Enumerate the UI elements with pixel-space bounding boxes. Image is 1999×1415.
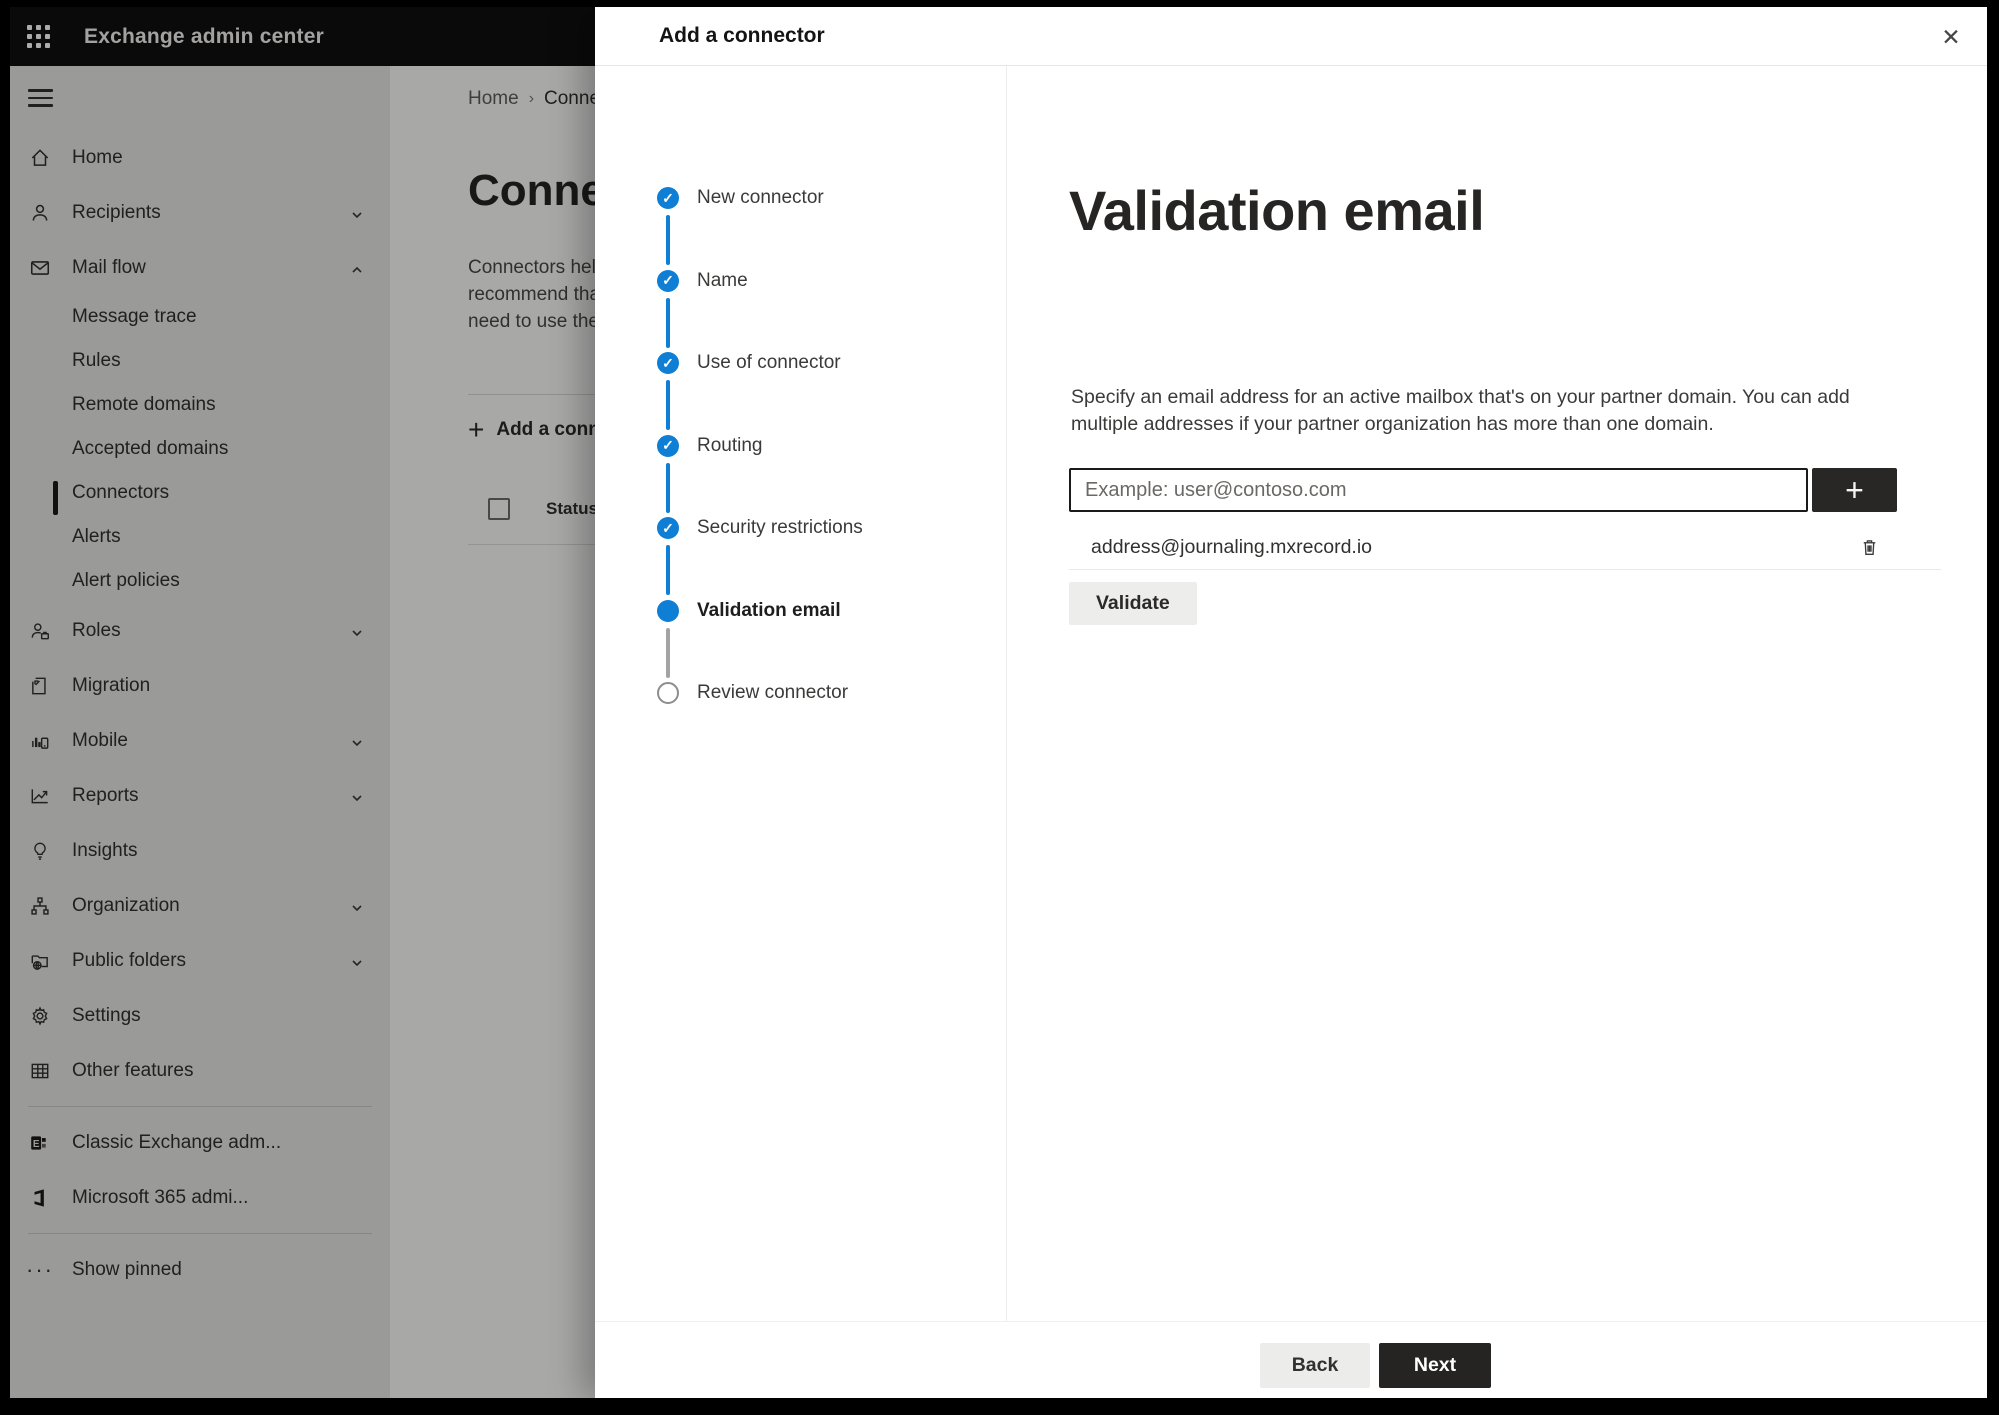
app-window: Exchange admin center Home Recipients Ma… [10, 7, 1987, 1398]
email-address: address@journaling.mxrecord.io [1091, 536, 1373, 558]
email-address-row: address@journaling.mxrecord.io [1069, 526, 1941, 570]
back-button[interactable]: Back [1260, 1343, 1370, 1388]
step-current-icon [657, 599, 679, 622]
step-completed-icon [657, 187, 679, 209]
step-name[interactable]: Name [595, 269, 1006, 353]
next-button[interactable]: Next [1379, 1343, 1491, 1388]
step-routing[interactable]: Routing [595, 434, 1006, 518]
screenshot-root: Exchange admin center Home Recipients Ma… [0, 0, 1999, 1415]
delete-email-button[interactable] [1855, 534, 1883, 562]
close-button[interactable]: ✕ [1933, 19, 1969, 55]
dialog-footer: Back Next [595, 1321, 1987, 1398]
validate-button[interactable]: Validate [1069, 582, 1197, 625]
add-email-button[interactable]: + [1812, 468, 1897, 512]
step-completed-icon [657, 434, 679, 457]
step-description: Specify an email address for an active m… [1071, 386, 1850, 435]
email-address-list: address@journaling.mxrecord.io [1069, 526, 1941, 570]
step-security-restrictions[interactable]: Security restrictions [595, 517, 1006, 600]
step-use-of-connector[interactable]: Use of connector [595, 352, 1006, 435]
dialog-title: Add a connector [659, 24, 825, 47]
validation-email-input[interactable] [1069, 468, 1808, 512]
wizard-steps: New connector Name Use of connector Rout… [595, 66, 1007, 1321]
dialog-header: Add a connector ✕ [595, 7, 1987, 66]
step-validation-email[interactable]: Validation email [595, 599, 1006, 683]
step-new-connector[interactable]: New connector [595, 187, 1006, 270]
add-connector-dialog: Add a connector ✕ New connector Name U [595, 7, 1987, 1398]
trash-icon [1863, 540, 1875, 556]
step-completed-icon [657, 352, 679, 374]
step-completed-icon [657, 269, 679, 292]
email-entry-row: + [1069, 468, 1897, 512]
dialog-body: New connector Name Use of connector Rout… [595, 66, 1987, 1321]
step-completed-icon [657, 517, 679, 539]
close-icon: ✕ [1941, 23, 1961, 50]
plus-icon: + [1845, 472, 1864, 508]
step-upcoming-icon [657, 682, 679, 704]
step-review-connector[interactable]: Review connector [595, 682, 1006, 704]
step-heading: Validation email [1069, 179, 1485, 242]
step-content: Validation email Specify an email addres… [1007, 66, 1987, 1321]
